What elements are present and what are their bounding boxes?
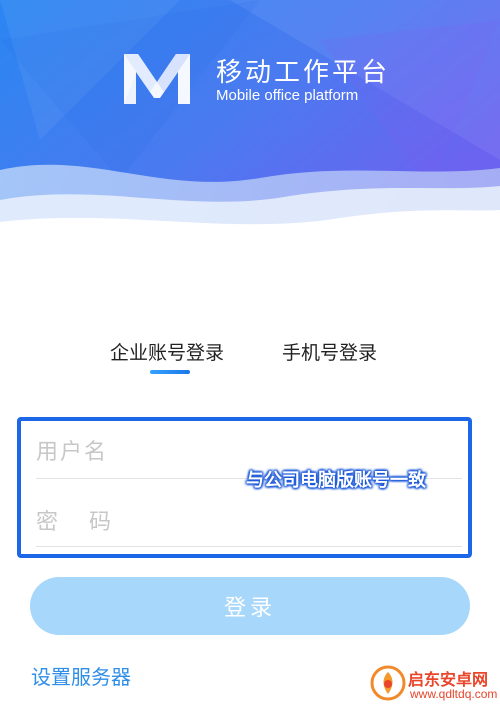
username-input[interactable] — [36, 437, 462, 467]
set-server-link[interactable]: 设置服务器 — [31, 661, 131, 690]
password-field-wrapper — [36, 507, 462, 537]
tab-phone-login[interactable]: 手机号登录 — [282, 338, 377, 365]
password-input[interactable] — [36, 507, 462, 537]
tab-enterprise-login[interactable]: 企业账号登录 — [110, 338, 224, 365]
header-banner: 移动工作平台 Mobile office platform — [0, 0, 500, 240]
login-button[interactable]: 登录 — [30, 577, 470, 635]
watermark-logo-icon — [370, 665, 406, 701]
password-divider — [36, 546, 462, 547]
header-background — [0, 0, 500, 240]
m-logo-icon — [124, 54, 190, 104]
app-subtitle: Mobile office platform — [216, 87, 359, 104]
login-page: 移动工作平台 Mobile office platform 企业账号登录 手机号… — [0, 0, 500, 705]
watermark: 启东安卓网 www.qdltdq.com — [370, 664, 498, 704]
app-title: 移动工作平台 — [216, 58, 391, 88]
watermark-url: www.qdltdq.com — [410, 687, 498, 701]
username-field-wrapper — [36, 437, 462, 467]
account-note-annotation: 与公司电脑版账号一致 — [246, 470, 426, 491]
active-tab-indicator — [150, 370, 190, 374]
